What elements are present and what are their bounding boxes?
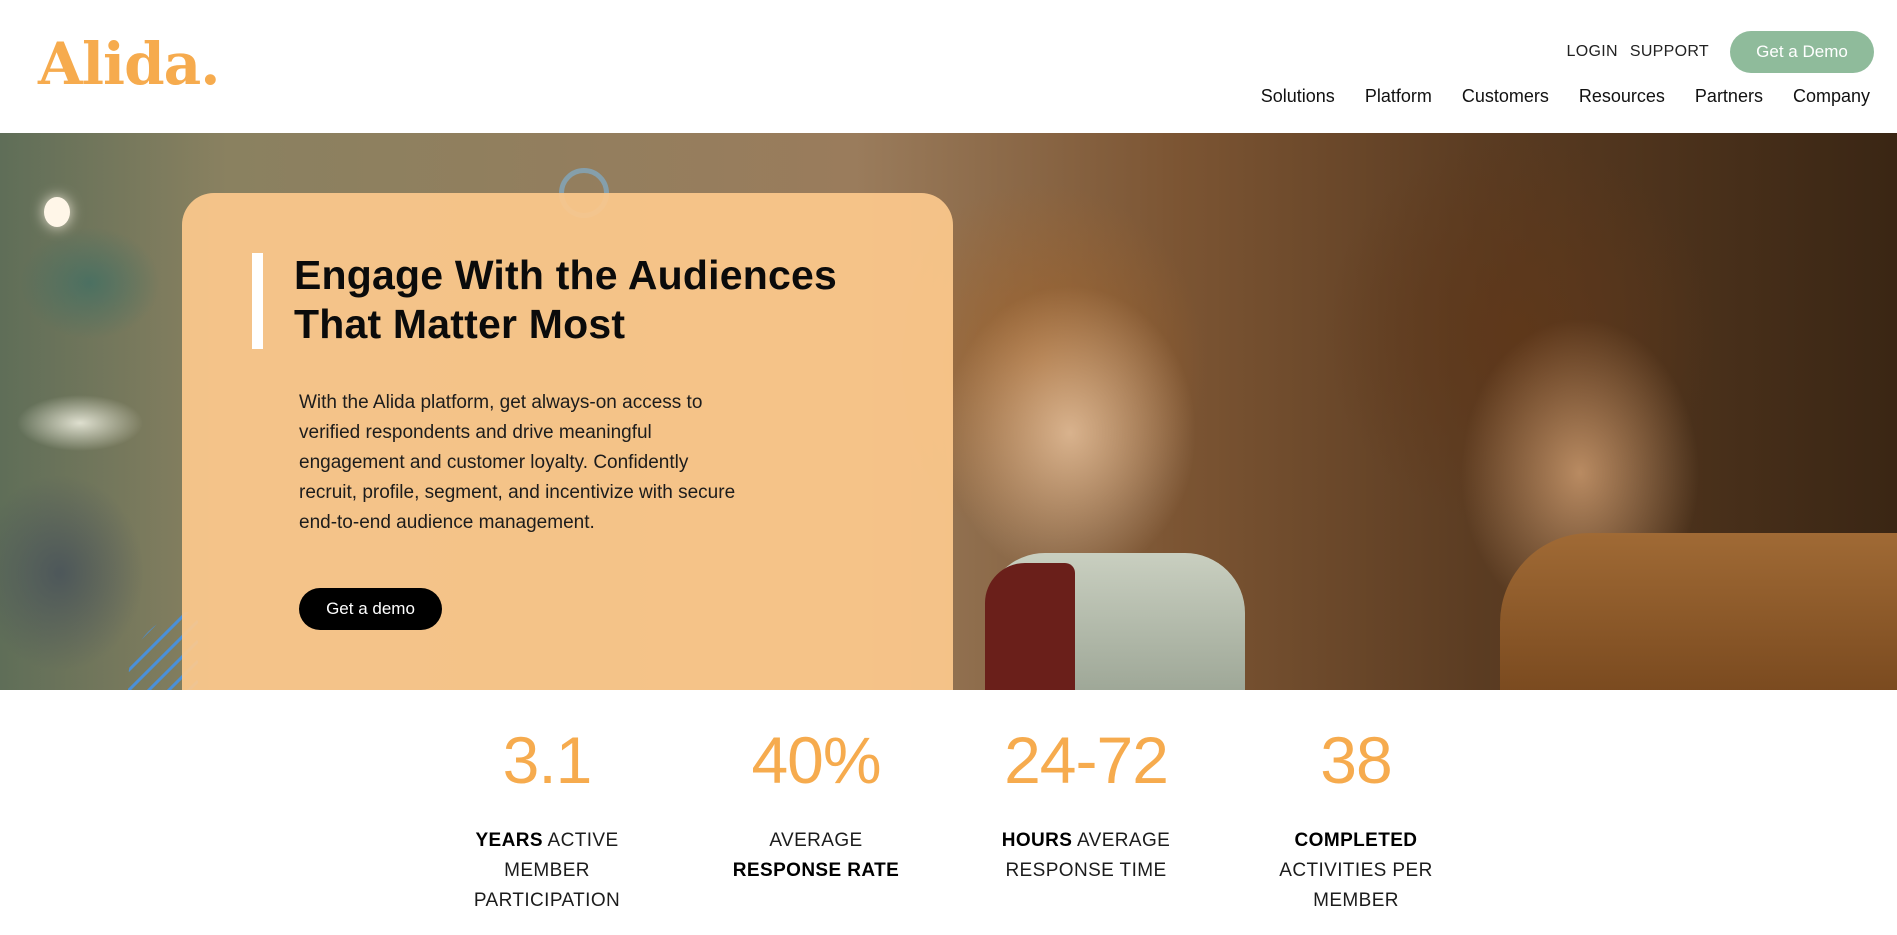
nav-partners[interactable]: Partners: [1695, 86, 1763, 107]
description-line: engagement and customer loyalty. Confide…: [299, 452, 689, 473]
street-light: [44, 197, 70, 227]
alida-logo[interactable]: Alida.: [38, 30, 220, 98]
accent-bar: [252, 253, 263, 349]
description-line: With the Alida platform, get always-on a…: [299, 392, 703, 413]
stat-label-text: MEMBER: [504, 860, 590, 881]
nav-resources[interactable]: Resources: [1579, 86, 1665, 107]
stat-label: AVERAGE RESPONSE RATE: [716, 826, 916, 886]
nav-customers[interactable]: Customers: [1462, 86, 1549, 107]
headline-line-1: Engage With the Audiences: [294, 252, 838, 298]
get-a-demo-button[interactable]: Get a Demo: [1730, 31, 1874, 73]
stats-section: 3.1 YEARS ACTIVE MEMBER PARTICIPATION 40…: [0, 690, 1897, 935]
stat-label-bold: RESPONSE RATE: [732, 860, 900, 881]
main-nav: Solutions Platform Customers Resources P…: [1231, 86, 1870, 107]
description-line: recruit, profile, segment, and incentivi…: [299, 482, 736, 503]
stat-label-text: MEMBER: [1313, 890, 1399, 911]
description-line: end-to-end audience management.: [299, 512, 595, 533]
woman-right-jacket: [1500, 533, 1897, 690]
hero-headline: Engage With the Audiences That Matter Mo…: [294, 251, 854, 349]
stat-value: 40%: [751, 723, 881, 797]
site-header: Alida. LOGIN SUPPORT Get a Demo Solution…: [0, 0, 1897, 133]
headline-line-2: That Matter Most: [294, 301, 626, 347]
stat-response-time: 24-72 HOURS AVERAGE RESPONSE TIME: [986, 690, 1186, 886]
street-background: [0, 133, 200, 690]
nav-platform[interactable]: Platform: [1365, 86, 1432, 107]
stat-label-text: ACTIVITIES PER: [1279, 860, 1433, 881]
hero-description: With the Alida platform, get always-on a…: [299, 388, 749, 538]
stat-label-bold: HOURS: [1001, 830, 1073, 851]
hero-get-a-demo-button[interactable]: Get a demo: [299, 588, 442, 630]
login-link[interactable]: LOGIN: [1567, 43, 1618, 61]
stat-label-text: AVERAGE: [769, 830, 863, 851]
nav-solutions[interactable]: Solutions: [1261, 86, 1335, 107]
stat-label: COMPLETED ACTIVITIES PER MEMBER: [1256, 826, 1456, 916]
hero-card: Engage With the Audiences That Matter Mo…: [182, 193, 953, 690]
stat-value: 3.1: [502, 723, 593, 797]
stat-label: HOURS AVERAGE RESPONSE TIME: [986, 826, 1186, 886]
stat-label-text: RESPONSE TIME: [1005, 860, 1167, 881]
stat-activities: 38 COMPLETED ACTIVITIES PER MEMBER: [1256, 690, 1456, 916]
stat-years: 3.1 YEARS ACTIVE MEMBER PARTICIPATION: [447, 690, 647, 916]
utility-nav: LOGIN SUPPORT Get a Demo: [1567, 31, 1897, 73]
support-link[interactable]: SUPPORT: [1630, 43, 1709, 61]
stat-value: 38: [1320, 723, 1392, 797]
description-line: verified respondents and drive meaningfu…: [299, 422, 652, 443]
stat-response-rate: 40% AVERAGE RESPONSE RATE: [716, 690, 916, 886]
stat-label-text: AVERAGE: [1072, 830, 1171, 851]
stat-label-text: PARTICIPATION: [473, 890, 621, 911]
stat-label: YEARS ACTIVE MEMBER PARTICIPATION: [447, 826, 647, 916]
stat-label-bold: YEARS: [475, 830, 543, 851]
stat-value: 24-72: [1004, 723, 1169, 797]
stat-label-bold: COMPLETED: [1294, 830, 1418, 851]
woman-left-scarf: [985, 563, 1075, 690]
nav-company[interactable]: Company: [1793, 86, 1870, 107]
stat-label-text: ACTIVE: [542, 830, 619, 851]
